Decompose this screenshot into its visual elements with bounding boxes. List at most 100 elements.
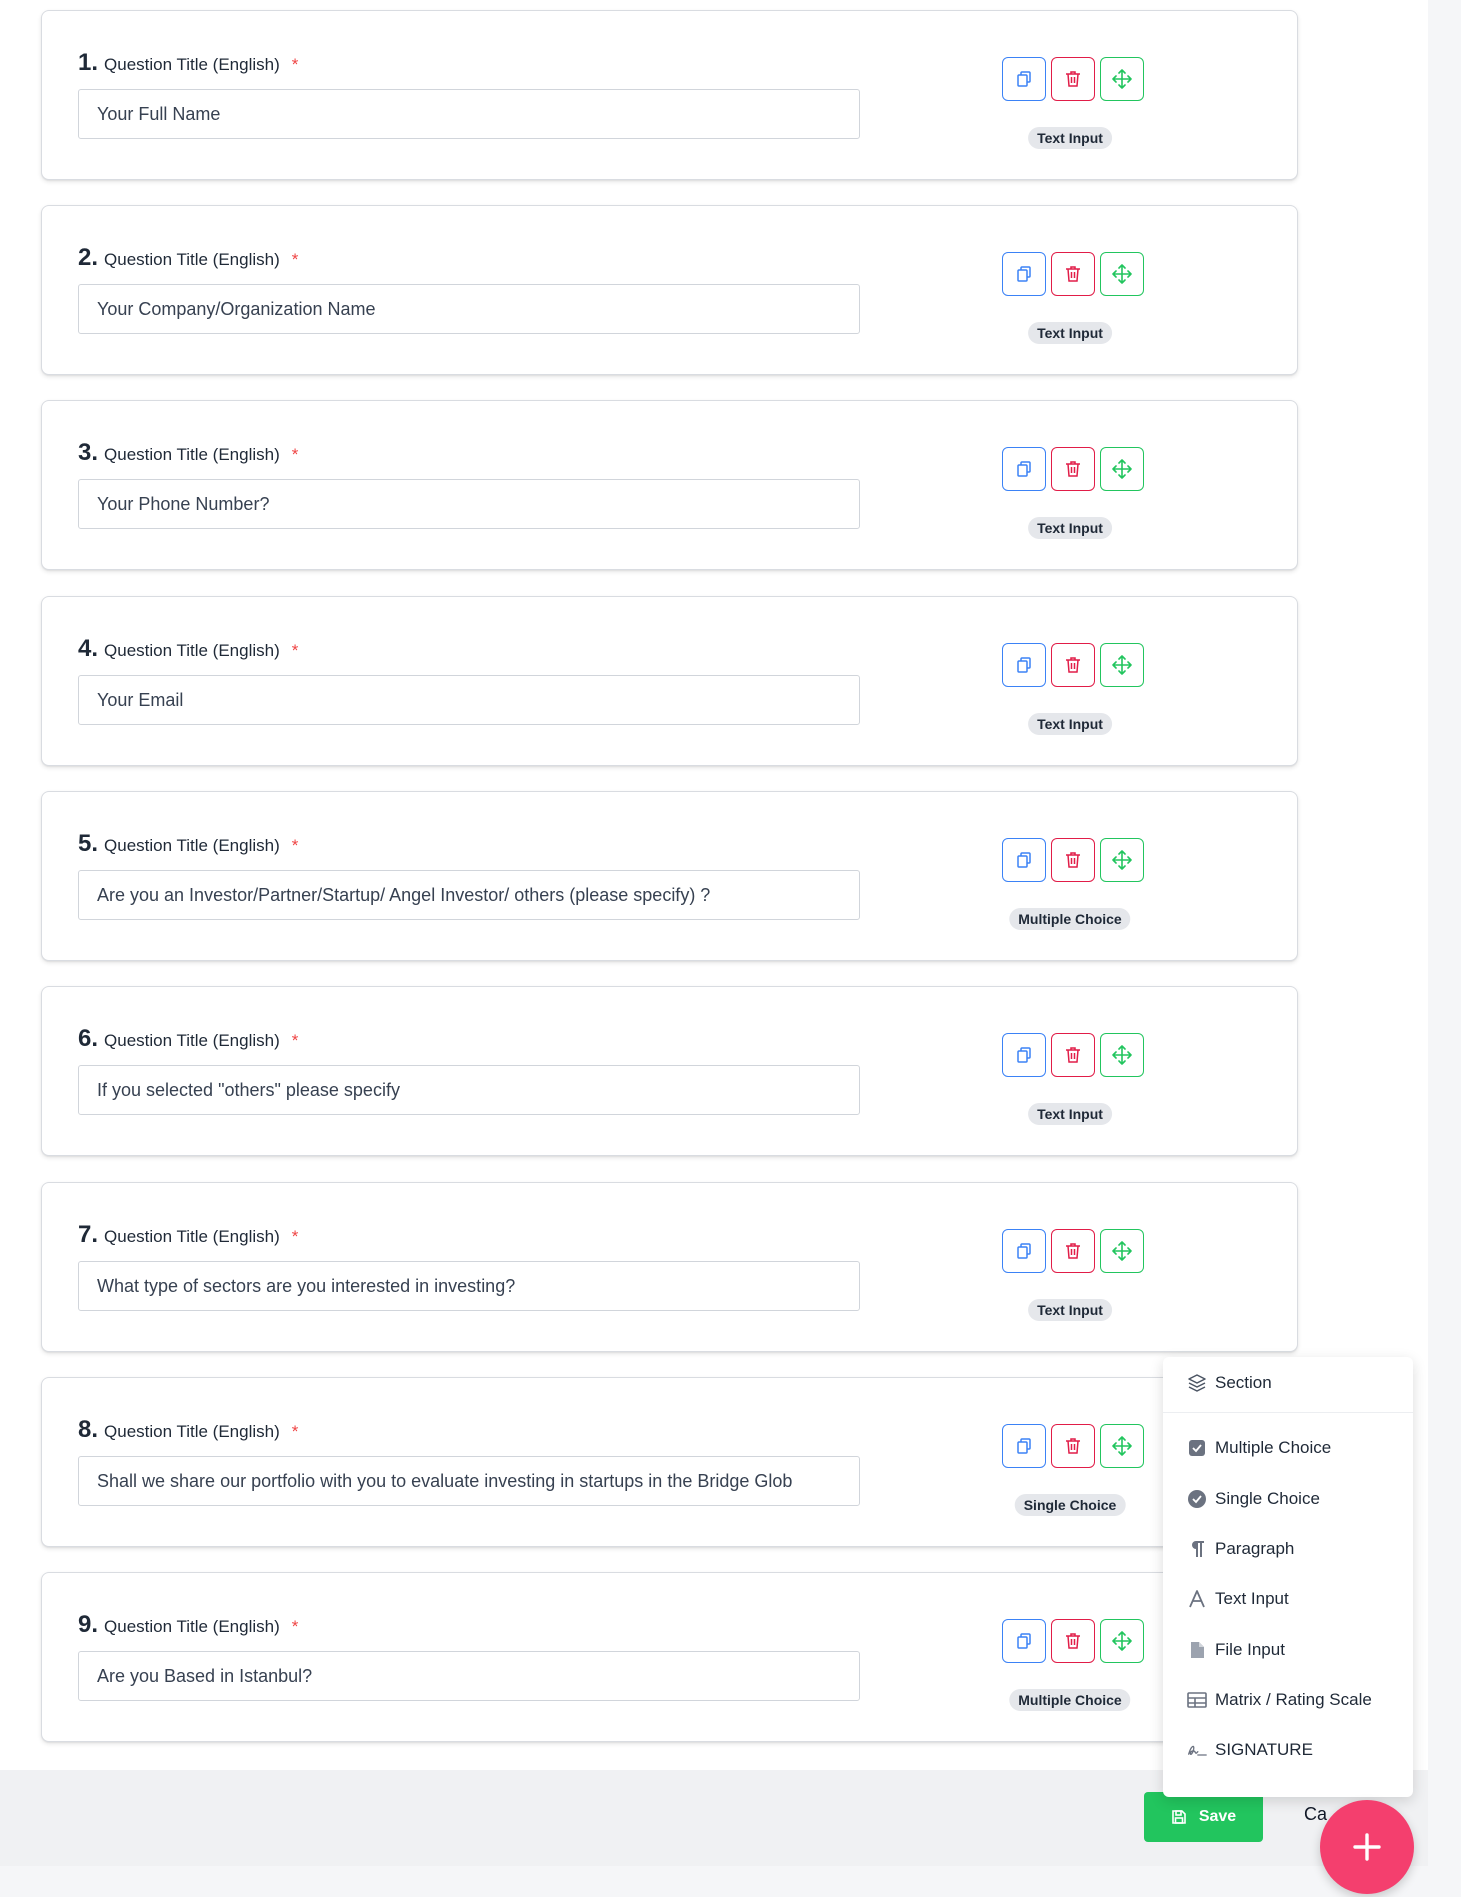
delete-button[interactable] bbox=[1051, 447, 1095, 491]
question-number: 9. bbox=[78, 1611, 99, 1638]
copy-icon bbox=[1017, 71, 1031, 87]
required-marker: * bbox=[291, 445, 299, 464]
duplicate-button[interactable] bbox=[1002, 447, 1046, 491]
delete-button[interactable] bbox=[1051, 1619, 1095, 1663]
move-icon bbox=[1112, 459, 1132, 479]
copy-icon bbox=[1017, 1633, 1031, 1649]
question-label: Question Title (English) bbox=[104, 55, 280, 74]
drag-handle-button[interactable] bbox=[1100, 447, 1144, 491]
question-label: Question Title (English) bbox=[104, 1617, 280, 1636]
duplicate-button[interactable] bbox=[1002, 57, 1046, 101]
menu-item-section[interactable]: Section bbox=[1187, 1373, 1272, 1393]
menu-item-label: Text Input bbox=[1215, 1589, 1289, 1608]
drag-handle-button[interactable] bbox=[1100, 57, 1144, 101]
drag-handle-button[interactable] bbox=[1100, 838, 1144, 882]
menu-item-single-choice[interactable]: Single Choice bbox=[1187, 1489, 1320, 1509]
delete-button[interactable] bbox=[1051, 838, 1095, 882]
question-number: 1. bbox=[78, 49, 99, 76]
delete-button[interactable] bbox=[1051, 1229, 1095, 1273]
drag-handle-button[interactable] bbox=[1100, 1229, 1144, 1273]
copy-icon bbox=[1017, 266, 1031, 282]
menu-divider bbox=[1163, 1412, 1413, 1413]
question-label: Question Title (English) bbox=[104, 1227, 280, 1246]
question-title-input[interactable] bbox=[78, 89, 860, 139]
menu-item-signature[interactable]: SIGNATURE bbox=[1187, 1740, 1313, 1760]
question-number: 4. bbox=[78, 635, 99, 662]
signature-icon bbox=[1187, 1740, 1207, 1760]
question-card: 6. Question Title (English) * Text Input bbox=[41, 986, 1298, 1156]
question-label: Question Title (English) bbox=[104, 1031, 280, 1050]
menu-item-label: Section bbox=[1215, 1373, 1272, 1392]
menu-item-multiple-choice[interactable]: Multiple Choice bbox=[1187, 1438, 1331, 1458]
question-title-input[interactable] bbox=[78, 675, 860, 725]
trash-icon bbox=[1066, 657, 1080, 673]
question-title-input[interactable] bbox=[78, 1261, 860, 1311]
question-title-input[interactable] bbox=[78, 870, 860, 920]
move-icon bbox=[1112, 69, 1132, 89]
question-number: 7. bbox=[78, 1221, 99, 1248]
menu-item-matrix-rating-scale[interactable]: Matrix / Rating Scale bbox=[1187, 1690, 1372, 1710]
question-title-input[interactable] bbox=[78, 1456, 860, 1506]
duplicate-button[interactable] bbox=[1002, 252, 1046, 296]
menu-item-label: Matrix / Rating Scale bbox=[1215, 1690, 1372, 1709]
move-icon bbox=[1112, 264, 1132, 284]
drag-handle-button[interactable] bbox=[1100, 1033, 1144, 1077]
menu-item-text-input[interactable]: Text Input bbox=[1187, 1589, 1289, 1609]
plus-icon bbox=[1353, 1833, 1381, 1861]
required-marker: * bbox=[291, 836, 299, 855]
question-label: Question Title (English) bbox=[104, 641, 280, 660]
delete-button[interactable] bbox=[1051, 252, 1095, 296]
menu-item-file-input[interactable]: File Input bbox=[1187, 1640, 1285, 1660]
question-card: 4. Question Title (English) * Text Input bbox=[41, 596, 1298, 766]
duplicate-button[interactable] bbox=[1002, 1619, 1046, 1663]
cancel-button[interactable]: Ca bbox=[1304, 1804, 1327, 1825]
copy-icon bbox=[1017, 657, 1031, 673]
question-actions bbox=[1002, 57, 1144, 101]
move-icon bbox=[1112, 1241, 1132, 1261]
question-actions bbox=[1002, 1229, 1144, 1273]
required-marker: * bbox=[291, 1617, 299, 1636]
trash-icon bbox=[1066, 461, 1080, 477]
duplicate-button[interactable] bbox=[1002, 838, 1046, 882]
required-marker: * bbox=[291, 1227, 299, 1246]
drag-handle-button[interactable] bbox=[1100, 1424, 1144, 1468]
delete-button[interactable] bbox=[1051, 643, 1095, 687]
question-card: 8. Question Title (English) * Single Cho… bbox=[41, 1377, 1298, 1547]
add-question-fab[interactable] bbox=[1320, 1800, 1414, 1894]
drag-handle-button[interactable] bbox=[1100, 1619, 1144, 1663]
duplicate-button[interactable] bbox=[1002, 1033, 1046, 1077]
file-icon bbox=[1187, 1640, 1207, 1660]
delete-button[interactable] bbox=[1051, 57, 1095, 101]
question-number: 5. bbox=[78, 830, 99, 857]
question-title-input[interactable] bbox=[78, 479, 860, 529]
duplicate-button[interactable] bbox=[1002, 643, 1046, 687]
duplicate-button[interactable] bbox=[1002, 1424, 1046, 1468]
question-actions bbox=[1002, 1424, 1144, 1468]
duplicate-button[interactable] bbox=[1002, 1229, 1046, 1273]
check-circle-icon bbox=[1187, 1489, 1207, 1509]
floppy-disk-icon bbox=[1172, 1810, 1186, 1824]
question-title-input[interactable] bbox=[78, 1065, 860, 1115]
save-button[interactable]: Save bbox=[1144, 1792, 1263, 1842]
question-actions bbox=[1002, 1033, 1144, 1077]
drag-handle-button[interactable] bbox=[1100, 252, 1144, 296]
question-heading: 9. Question Title (English) * bbox=[78, 1611, 298, 1639]
question-card: 3. Question Title (English) * Text Input bbox=[41, 400, 1298, 570]
layers-icon bbox=[1187, 1373, 1207, 1393]
required-marker: * bbox=[291, 1031, 299, 1050]
question-actions bbox=[1002, 643, 1144, 687]
menu-item-label: Paragraph bbox=[1215, 1539, 1295, 1558]
delete-button[interactable] bbox=[1051, 1033, 1095, 1077]
question-heading: 3. Question Title (English) * bbox=[78, 439, 298, 467]
question-title-input[interactable] bbox=[78, 1651, 860, 1701]
delete-button[interactable] bbox=[1051, 1424, 1095, 1468]
form-builder-page: 1. Question Title (English) * Text Input… bbox=[0, 0, 1461, 1897]
question-card: 2. Question Title (English) * Text Input bbox=[41, 205, 1298, 375]
question-heading: 2. Question Title (English) * bbox=[78, 244, 298, 272]
question-title-input[interactable] bbox=[78, 284, 860, 334]
copy-icon bbox=[1017, 1438, 1031, 1454]
question-type-badge: Multiple Choice bbox=[1009, 1689, 1131, 1711]
drag-handle-button[interactable] bbox=[1100, 643, 1144, 687]
required-marker: * bbox=[291, 55, 299, 74]
menu-item-paragraph[interactable]: Paragraph bbox=[1187, 1539, 1294, 1559]
